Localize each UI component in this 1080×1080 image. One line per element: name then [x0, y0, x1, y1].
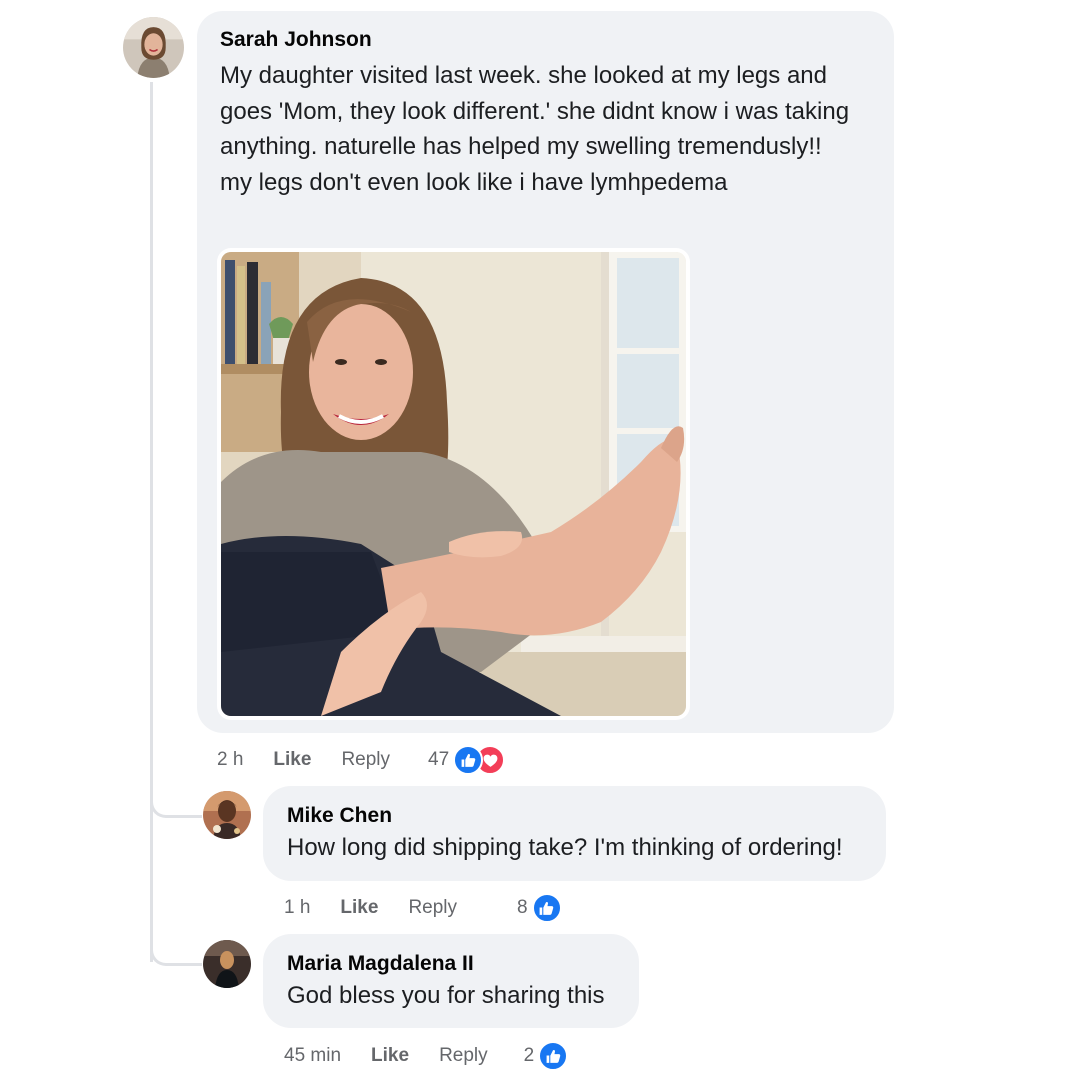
reply-text: God bless you for sharing this — [287, 982, 605, 1009]
like-icon[interactable] — [453, 745, 484, 775]
comment-author[interactable]: Sarah Johnson — [220, 28, 849, 52]
reply-author[interactable]: Maria Magdalena II — [287, 952, 605, 976]
avatar-maria-magdalena[interactable] — [203, 940, 251, 988]
reply-meta: 45 min Like Reply 2 — [284, 1039, 569, 1073]
comment-text-line: goes 'Mom, they look different.' she did… — [220, 97, 850, 125]
comment-text-line: My daughter visited last week. she looke… — [220, 62, 827, 89]
reply-text: How long did shipping take? I'm thinking… — [287, 834, 843, 861]
reply-button[interactable]: Reply — [408, 897, 457, 919]
like-button[interactable]: Like — [340, 897, 378, 919]
like-icon[interactable] — [538, 1041, 569, 1071]
comment-text-line: anything. naturelle has helped my swelli… — [220, 133, 822, 160]
comment-timestamp[interactable]: 2 h — [217, 749, 243, 771]
like-icon[interactable] — [531, 893, 562, 923]
avatar-mike-chen[interactable] — [203, 791, 251, 839]
reply-button[interactable]: Reply — [341, 749, 390, 771]
thread-line-branch-1 — [150, 800, 202, 818]
like-button[interactable]: Like — [273, 749, 311, 771]
comment-meta: 2 h Like Reply 47 — [217, 743, 506, 777]
comment-text-line: my legs don't even look like i have lymh… — [220, 168, 728, 196]
thread-line-vertical — [150, 82, 153, 962]
reply-button[interactable]: Reply — [439, 1045, 488, 1067]
reaction-count[interactable]: 47 — [428, 749, 449, 771]
reply-timestamp[interactable]: 45 min — [284, 1045, 341, 1067]
comment-photo[interactable] — [217, 248, 690, 720]
reply-bubble: Mike Chen How long did shipping take? I'… — [263, 786, 886, 881]
like-button[interactable]: Like — [371, 1045, 409, 1067]
reply-author[interactable]: Mike Chen — [287, 804, 843, 828]
avatar-sarah-johnson[interactable] — [123, 17, 184, 78]
reaction-count[interactable]: 8 — [517, 897, 528, 919]
thread-line-branch-2 — [150, 948, 202, 966]
reply-meta: 1 h Like Reply 8 — [284, 891, 562, 925]
reaction-count[interactable]: 2 — [524, 1045, 535, 1067]
reply-bubble: Maria Magdalena II God bless you for sha… — [263, 934, 639, 1028]
reply-timestamp[interactable]: 1 h — [284, 897, 310, 919]
